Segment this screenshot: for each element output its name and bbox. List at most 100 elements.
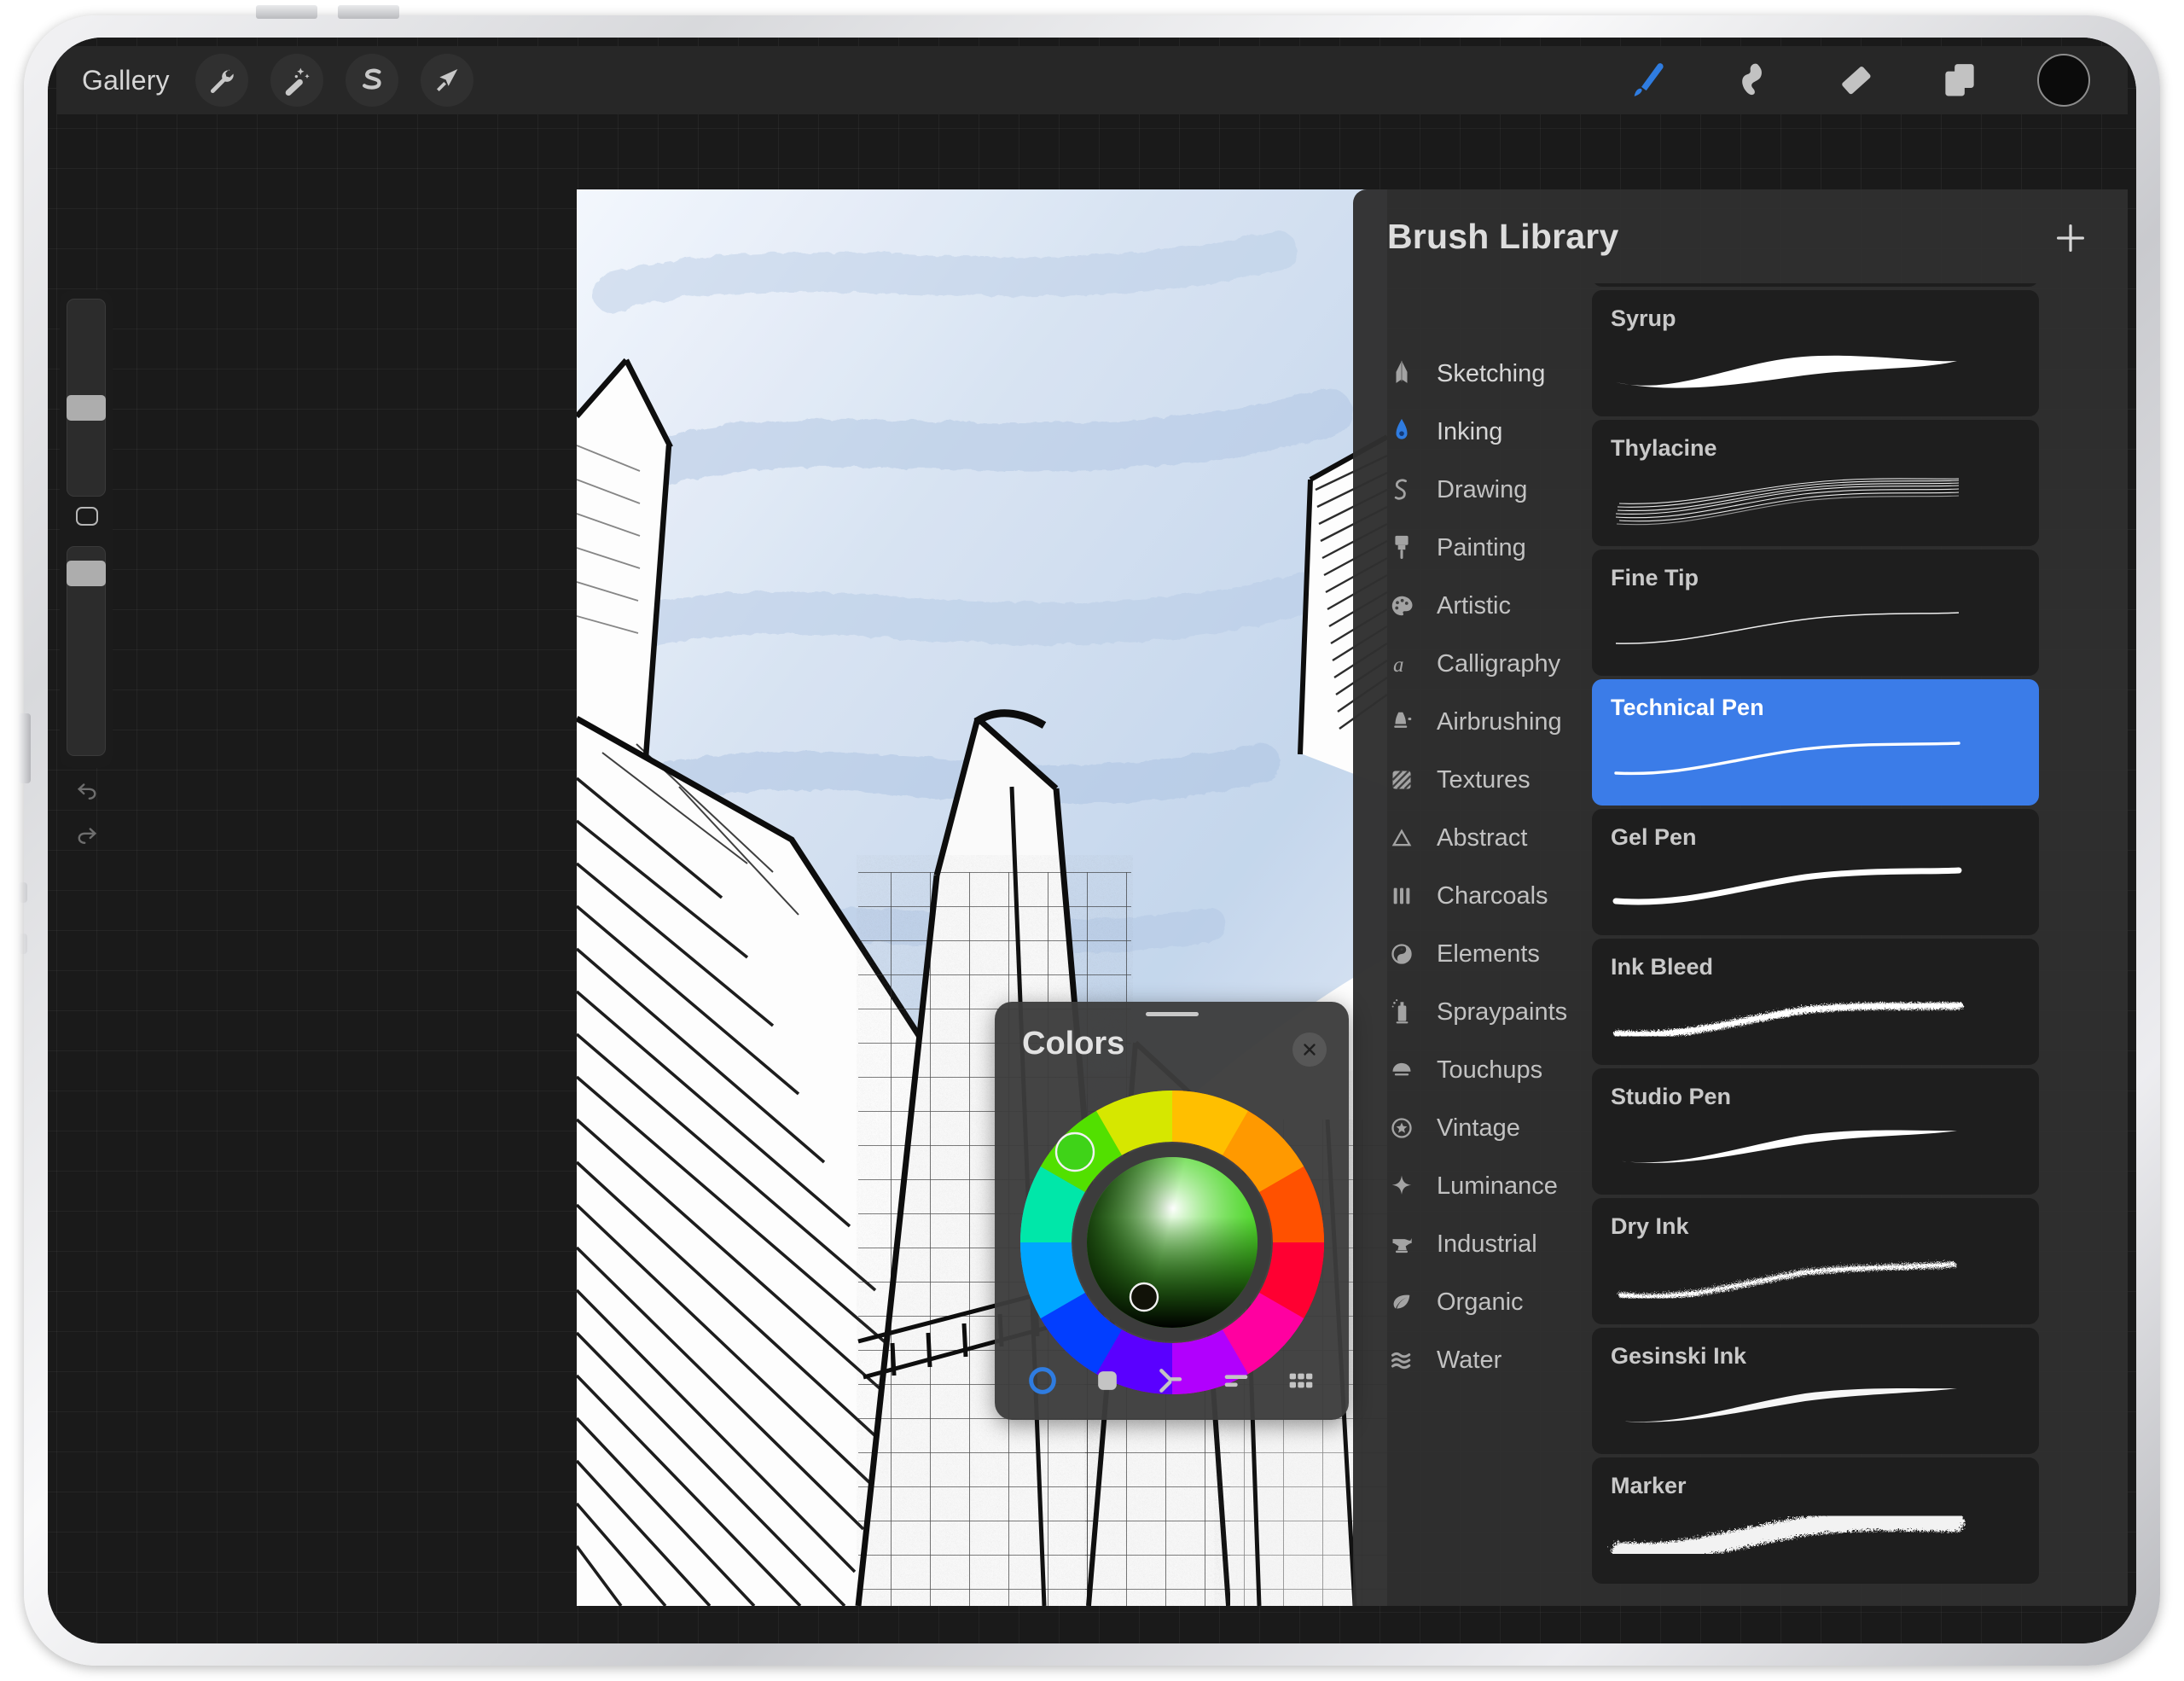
brush-size-knob[interactable] (67, 395, 106, 421)
brush-stroke-preview (1616, 355, 1957, 388)
three-bars-icon (1385, 879, 1418, 913)
letter-a-icon: a (1385, 647, 1418, 681)
brush-name: Syrup (1611, 305, 1676, 331)
brush-name: Fine Tip (1611, 565, 1699, 590)
redo-button[interactable] (70, 821, 104, 850)
add-brush-button[interactable] (2051, 218, 2090, 258)
selection-s-icon[interactable] (345, 54, 398, 107)
brush-name: Gel Pen (1611, 824, 1697, 850)
triangle-icon (1385, 821, 1418, 855)
brush-category-airbrushing[interactable]: Airbrushing (1353, 693, 1583, 751)
brush-category-label: Organic (1437, 1288, 1524, 1316)
brush-category-inking[interactable]: Inking (1353, 403, 1583, 461)
color-mode-disc-tab[interactable] (1023, 1361, 1062, 1400)
paint-brush-flat-icon (1385, 531, 1418, 565)
brush-category-vintage[interactable]: Vintage (1353, 1099, 1583, 1157)
color-wheel[interactable] (1014, 1084, 1331, 1401)
opacity-knob[interactable] (67, 561, 106, 586)
brush-category-list: Sketching Inking Drawing Painting Artist… (1353, 283, 1583, 1606)
volume-up-button[interactable] (256, 5, 317, 19)
undo-button[interactable] (70, 777, 104, 806)
brush-category-textures[interactable]: Textures (1353, 751, 1583, 809)
brush-item-thylacine[interactable]: Thylacine (1592, 420, 2039, 546)
brush-item-dry-ink[interactable]: Dry Ink (1592, 1198, 2039, 1324)
brush-stroke-preview (1617, 1260, 1955, 1298)
brush-category-abstract[interactable]: Abstract (1353, 809, 1583, 867)
color-mode-classic-tab[interactable] (1088, 1361, 1127, 1400)
actions-wrench-icon[interactable] (195, 54, 248, 107)
brush-size-slider[interactable] (67, 299, 106, 497)
sensor-dot (19, 934, 27, 954)
paint-brush-icon[interactable] (1621, 54, 1674, 107)
brush-category-painting[interactable]: Painting (1353, 519, 1583, 577)
transform-arrow-icon[interactable] (420, 54, 473, 107)
brush-name: Ink Bleed (1611, 954, 1714, 980)
brush-stroke-preview (1612, 867, 1962, 905)
brush-category-drawing[interactable]: Drawing (1353, 461, 1583, 519)
brush-category-industrial[interactable]: Industrial (1353, 1215, 1583, 1273)
sparkle-icon (1385, 1169, 1418, 1203)
airbrush-icon (1385, 705, 1418, 739)
brush-category-calligraphy[interactable]: a Calligraphy (1353, 635, 1583, 693)
brush-item-marker[interactable]: Marker (1592, 1457, 2039, 1584)
brush-category-water[interactable]: Water (1353, 1331, 1583, 1389)
brush-item-studio-pen[interactable]: Studio Pen (1592, 1068, 2039, 1195)
brush-category-label: Abstract (1437, 823, 1528, 852)
brush-item-gel-pen[interactable]: Gel Pen (1592, 809, 2039, 935)
brush-item-fine-tip[interactable]: Fine Tip (1592, 550, 2039, 676)
ipad-device: Gallery Brush Library Sketching Inking D… (0, 0, 2184, 1681)
spray-can-icon (1385, 995, 1418, 1029)
brush-category-organic[interactable]: Organic (1353, 1273, 1583, 1331)
brush-category-label: Textures (1437, 765, 1531, 794)
brush-item-syrup[interactable]: Syrup (1592, 290, 2039, 416)
anvil-icon (1385, 1227, 1418, 1261)
brush-item-ink-bleed[interactable]: Ink Bleed (1592, 939, 2039, 1065)
hatched-square-icon (1385, 763, 1418, 797)
yin-yang-icon (1385, 937, 1418, 971)
brush-category-label: Artistic (1437, 591, 1511, 619)
brush-category-elements[interactable]: Elements (1353, 925, 1583, 983)
brush-category-label: Airbrushing (1437, 707, 1562, 736)
brush-category-spraypaints[interactable]: Spraypaints (1353, 983, 1583, 1041)
palette-icon (1385, 589, 1418, 623)
brush-category-artistic[interactable]: Artistic (1353, 577, 1583, 635)
brush-category-label: Calligraphy (1437, 649, 1561, 678)
brush-item-gesinski-ink[interactable]: Gesinski Ink (1592, 1328, 2039, 1454)
pencil-nib-icon (1385, 357, 1418, 391)
brush-category-label: Painting (1437, 533, 1526, 561)
brush-category-luminance[interactable]: Luminance (1353, 1157, 1583, 1215)
gallery-button[interactable]: Gallery (78, 65, 173, 96)
brush-category-touchups[interactable]: Touchups (1353, 1041, 1583, 1099)
brush-list[interactable]: Syrup Thylacine Fine Tip Technical Pen G… (1583, 283, 2128, 1606)
opacity-slider[interactable] (67, 546, 106, 756)
camera-dot (19, 882, 27, 903)
toolbar-right-group (1621, 54, 2128, 107)
brush-stroke-preview (1616, 1130, 1957, 1163)
color-mode-palettes-tab[interactable] (1281, 1361, 1321, 1400)
color-mode-harmony-tab[interactable] (1152, 1361, 1191, 1400)
brush-category-sketching[interactable]: Sketching (1353, 345, 1583, 403)
brush-stroke-preview (1615, 478, 1960, 526)
brush-item-syrup[interactable] (1592, 283, 2039, 287)
adjustments-wand-icon[interactable] (270, 54, 323, 107)
color-mode-value-tab[interactable] (1217, 1361, 1256, 1400)
brush-category-label: Drawing (1437, 475, 1528, 503)
modify-button[interactable] (76, 507, 98, 526)
brush-category-charcoals[interactable]: Charcoals (1353, 867, 1583, 925)
volume-down-button[interactable] (338, 5, 399, 19)
brush-stroke-preview (1612, 1001, 1962, 1038)
svg-text:a: a (1393, 654, 1404, 677)
brush-name: Technical Pen (1611, 695, 1764, 720)
eraser-icon[interactable] (1829, 54, 1882, 107)
brush-category-label: Industrial (1437, 1230, 1537, 1258)
close-icon[interactable] (1292, 1032, 1327, 1067)
layers-icon[interactable] (1933, 54, 1986, 107)
brush-item-technical-pen[interactable]: Technical Pen (1592, 679, 2039, 806)
brush-category-label: Elements (1437, 939, 1540, 968)
colors-panel-title: Colors (1022, 1026, 1125, 1062)
color-swatch[interactable] (2037, 54, 2090, 107)
panel-drag-handle[interactable] (1145, 1012, 1199, 1016)
smudge-icon[interactable] (1725, 54, 1778, 107)
power-button[interactable] (19, 713, 31, 783)
brush-stroke-preview (1616, 1387, 1957, 1422)
